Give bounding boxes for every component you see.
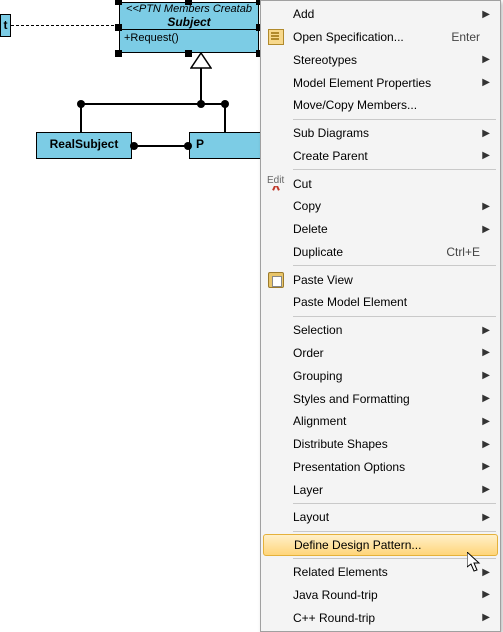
menu-item-add[interactable]: Add▶: [263, 3, 498, 26]
submenu-arrow-icon: ▶: [480, 370, 490, 381]
menu-item-label: Model Element Properties: [289, 76, 480, 90]
menu-item-label: Open Specification...: [289, 30, 443, 44]
menu-item-stereotypes[interactable]: Stereotypes▶: [263, 49, 498, 72]
resize-handle-w[interactable]: [115, 24, 122, 31]
menu-separator: [293, 316, 496, 317]
submenu-arrow-icon: ▶: [480, 150, 490, 161]
menu-item-label: Order: [289, 346, 480, 360]
resize-handle-n[interactable]: [185, 0, 192, 5]
menu-item-label: Duplicate: [289, 245, 438, 259]
submenu-arrow-icon: ▶: [480, 589, 490, 600]
menu-item-create-parent[interactable]: Create Parent▶: [263, 145, 498, 168]
class-partial-left-label: t: [1, 15, 10, 35]
menu-item-move-copy[interactable]: Move/Copy Members...: [263, 94, 498, 117]
menu-item-label: Presentation Options: [289, 460, 480, 474]
submenu-arrow-icon: ▶: [480, 9, 490, 20]
real-subject-name: RealSubject: [37, 133, 131, 155]
menu-item-java-rt[interactable]: Java Round-trip▶: [263, 584, 498, 607]
class-real-subject[interactable]: RealSubject: [36, 132, 132, 159]
menu-item-cut[interactable]: Cut: [263, 172, 498, 195]
menu-item-label: C++ Round-trip: [289, 611, 480, 625]
menu-item-grouping[interactable]: Grouping▶: [263, 364, 498, 387]
menu-item-copy[interactable]: Copy▶: [263, 195, 498, 218]
menu-item-label: Layer: [289, 483, 480, 497]
menu-item-shortcut: Ctrl+E: [438, 245, 480, 259]
submenu-arrow-icon: ▶: [480, 347, 490, 358]
menu-item-label: Paste Model Element: [289, 295, 480, 309]
menu-item-cpp-rt[interactable]: C++ Round-trip▶: [263, 606, 498, 629]
submenu-arrow-icon: ▶: [480, 393, 490, 404]
menu-group-label-edit: Edit: [265, 175, 286, 186]
submenu-arrow-icon: ▶: [480, 512, 490, 523]
menu-separator: [293, 503, 496, 504]
subject-operation: +Request(): [120, 29, 258, 46]
menu-item-label: Move/Copy Members...: [289, 98, 480, 112]
menu-item-label: Delete: [289, 222, 480, 236]
subject-name: Subject: [120, 15, 258, 29]
proxy-name-fragment: P: [190, 133, 260, 155]
menu-item-delete[interactable]: Delete▶: [263, 218, 498, 241]
submenu-arrow-icon: ▶: [480, 201, 490, 212]
submenu-arrow-icon: ▶: [480, 128, 490, 139]
menu-item-selection[interactable]: Selection▶: [263, 319, 498, 342]
menu-item-model-props[interactable]: Model Element Properties▶: [263, 71, 498, 94]
submenu-arrow-icon: ▶: [480, 224, 490, 235]
menu-item-shortcut: Enter: [443, 30, 480, 44]
spec-icon: [268, 29, 284, 45]
menu-item-label: Related Elements: [289, 565, 480, 579]
menu-item-define-pattern[interactable]: Define Design Pattern...: [263, 534, 498, 556]
menu-separator: [293, 558, 496, 559]
menu-separator: [293, 119, 496, 120]
submenu-arrow-icon: ▶: [480, 439, 490, 450]
menu-item-label: Grouping: [289, 369, 480, 383]
submenu-arrow-icon: ▶: [480, 54, 490, 65]
menu-item-layout[interactable]: Layout▶: [263, 506, 498, 529]
menu-item-sub-diagrams[interactable]: Sub Diagrams▶: [263, 122, 498, 145]
submenu-arrow-icon: ▶: [480, 461, 490, 472]
menu-item-label: Create Parent: [289, 149, 480, 163]
menu-item-label: Styles and Formatting: [289, 392, 480, 406]
menu-item-paste-view[interactable]: Paste View: [263, 268, 498, 291]
submenu-arrow-icon: ▶: [480, 484, 490, 495]
menu-item-label: Sub Diagrams: [289, 126, 480, 140]
menu-item-order[interactable]: Order▶: [263, 342, 498, 365]
resize-handle-nw[interactable]: [115, 0, 122, 5]
menu-item-label: Stereotypes: [289, 53, 480, 67]
menu-item-label: Define Design Pattern...: [290, 538, 479, 552]
class-proxy-partial[interactable]: P: [189, 132, 261, 159]
menu-item-label: Layout: [289, 510, 480, 524]
menu-item-related[interactable]: Related Elements▶: [263, 561, 498, 584]
menu-item-pres-options[interactable]: Presentation Options▶: [263, 455, 498, 478]
menu-item-label: Distribute Shapes: [289, 437, 480, 451]
menu-item-open-spec[interactable]: Open Specification...Enter: [263, 26, 498, 49]
context-menu: Add▶Open Specification...EnterStereotype…: [260, 0, 501, 632]
class-subject[interactable]: <<PTN Members Creatab Subject +Request(): [119, 2, 259, 53]
menu-item-styles-fmt[interactable]: Styles and Formatting▶: [263, 387, 498, 410]
menu-item-label: Paste View: [289, 273, 480, 287]
menu-item-label: Copy: [289, 199, 480, 213]
submenu-arrow-icon: ▶: [480, 416, 490, 427]
class-partial-left[interactable]: t: [0, 14, 11, 37]
menu-item-alignment[interactable]: Alignment▶: [263, 410, 498, 433]
menu-item-label: Cut: [289, 177, 480, 191]
submenu-arrow-icon: ▶: [480, 567, 490, 578]
menu-item-distribute[interactable]: Distribute Shapes▶: [263, 433, 498, 456]
menu-item-label: Add: [289, 7, 480, 21]
menu-separator: [293, 531, 496, 532]
menu-separator: [293, 169, 496, 170]
menu-item-layer[interactable]: Layer▶: [263, 478, 498, 501]
submenu-arrow-icon: ▶: [480, 325, 490, 336]
menu-item-label: Selection: [289, 323, 480, 337]
menu-item-paste-model[interactable]: Paste Model Element: [263, 291, 498, 314]
resize-handle-sw[interactable]: [115, 50, 122, 57]
menu-item-duplicate[interactable]: DuplicateCtrl+E: [263, 241, 498, 264]
paste-icon: [268, 272, 284, 288]
menu-separator: [293, 265, 496, 266]
menu-item-label: Alignment: [289, 414, 480, 428]
menu-item-label: Java Round-trip: [289, 588, 480, 602]
submenu-arrow-icon: ▶: [480, 612, 490, 623]
submenu-arrow-icon: ▶: [480, 77, 490, 88]
